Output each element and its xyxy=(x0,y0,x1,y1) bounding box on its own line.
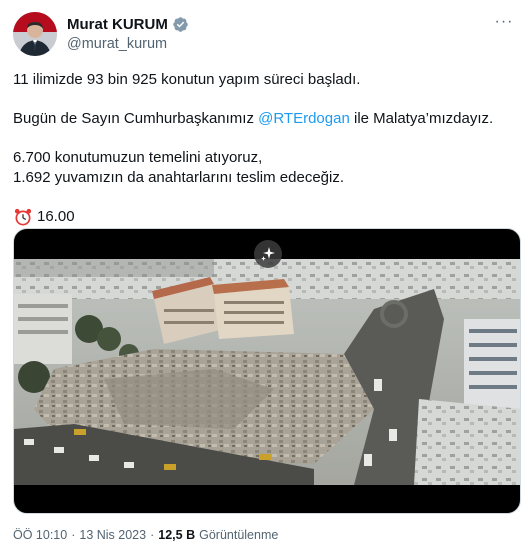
mention-link[interactable]: @RTErdogan xyxy=(258,110,350,127)
tweet-line-4: 1.692 yuvamızın da anahtarlarını teslim … xyxy=(13,169,345,186)
tweet-text: 11 ilimizde 93 bin 925 konutun yapım sür… xyxy=(13,70,518,227)
profile-photo xyxy=(13,12,57,56)
verified-badge-icon xyxy=(172,16,189,33)
tweet-line-2-end: ile Malatya’mızdayız. xyxy=(349,110,494,127)
tweet-meta: ÖÖ 10:10 · 13 Nis 2023 · 12,5 B Görüntül… xyxy=(13,528,278,542)
tweet-time-line: 16.00 xyxy=(13,207,518,227)
tweet-line-2: Bugün de Sayın Cumhurbaşkanımız @RTErdog… xyxy=(13,109,518,129)
alarm-clock-icon xyxy=(13,207,33,227)
tweet-line-2-start: Bugün de Sayın Cumhurbaşkanımız xyxy=(13,110,259,127)
aerial-earthquake-video-frame xyxy=(14,259,520,485)
author-name-row[interactable]: Murat KURUM xyxy=(67,16,189,33)
tweet-time-text: 16.00 xyxy=(37,208,75,225)
meta-separator-2: · xyxy=(150,528,155,542)
sparkle-icon[interactable] xyxy=(254,240,282,268)
author-display-name[interactable]: Murat KURUM xyxy=(67,16,168,33)
views-count[interactable]: 12,5 B xyxy=(158,528,195,542)
tweet-date[interactable]: 13 Nis 2023 xyxy=(79,528,146,542)
video-player[interactable] xyxy=(13,228,521,514)
meta-separator: · xyxy=(71,528,76,542)
views-label[interactable]: Görüntülenme xyxy=(199,528,278,542)
author-handle[interactable]: @murat_kurum xyxy=(67,36,167,52)
more-options-button[interactable]: ··· xyxy=(494,14,514,30)
tweet-line-3: 6.700 konutumuzun temelini atıyoruz, xyxy=(13,149,263,166)
tweet-time[interactable]: ÖÖ 10:10 xyxy=(13,528,67,542)
avatar[interactable] xyxy=(13,12,57,56)
tweet-line-1: 11 ilimizde 93 bin 925 konutun yapım sür… xyxy=(13,71,361,88)
